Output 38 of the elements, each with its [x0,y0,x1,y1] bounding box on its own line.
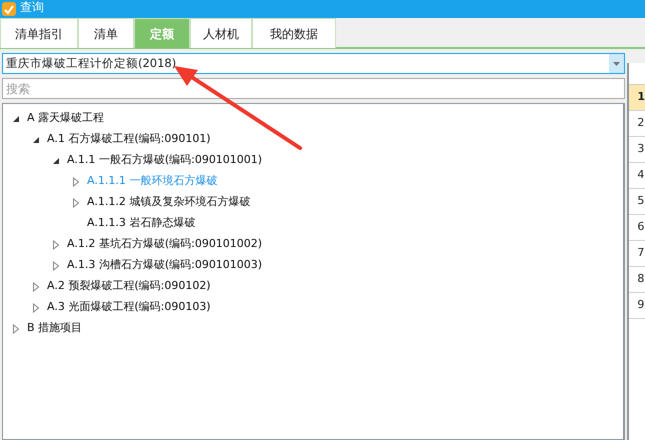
search-field[interactable]: 搜索 [2,78,626,99]
expanded-icon[interactable] [51,156,61,166]
tree-item[interactable]: A.1.3 沟槽石方爆破(编码:090101003) [67,257,262,274]
tree-item[interactable]: A.1.1.3 岩石静态爆破 [87,215,196,232]
collapsed-icon[interactable] [71,176,81,186]
row-number[interactable]: 1 [629,85,645,111]
collapsed-icon[interactable] [51,260,61,270]
row-number[interactable]: 5 [629,189,645,215]
row-number[interactable]: 3 [629,137,645,163]
tab[interactable]: 清单 [78,18,134,48]
collapsed-icon[interactable] [31,282,41,292]
tree-item[interactable]: A 露天爆破工程 [27,110,104,127]
caret-icon [613,62,620,66]
app-icon [2,2,16,16]
tab[interactable]: 清单指引 [0,18,78,48]
collapsed-icon[interactable] [11,324,21,334]
row-number[interactable]: 7 [629,241,645,267]
tab[interactable]: 我的数据 [252,18,336,48]
collapsed-icon[interactable] [51,240,61,250]
tree-item[interactable]: A.1.1.2 城镇及复杂环境石方爆破 [87,194,250,211]
tree-item[interactable]: A.1 石方爆破工程(编码:090101) [47,131,211,148]
tab[interactable]: 人材机 [190,18,252,48]
library-dropdown[interactable]: 重庆市爆破工程计价定额(2018) [2,53,626,74]
tree-item[interactable]: A.1.1 一般石方爆破(编码:090101001) [67,152,262,169]
expanded-icon[interactable] [11,114,21,124]
tree-item[interactable]: A.3 光面爆破工程(编码:090103) [47,299,211,316]
row-number[interactable]: 6 [629,215,645,241]
row-number[interactable]: 4 [629,163,645,189]
tree-item[interactable]: B 措施项目 [27,320,82,337]
window-title: 查询 [20,0,44,16]
row-number[interactable]: 2 [629,111,645,137]
expanded-icon[interactable] [31,134,41,144]
tree-item[interactable]: A.1.2 基坑石方爆破(编码:090101002) [67,236,262,253]
collapsed-icon[interactable] [71,198,81,208]
tree-item[interactable]: A.2 预裂爆破工程(编码:090102) [47,278,211,295]
row-number[interactable]: 9 [629,293,645,319]
collapsed-icon[interactable] [31,302,41,312]
row-number[interactable]: 8 [629,267,645,293]
